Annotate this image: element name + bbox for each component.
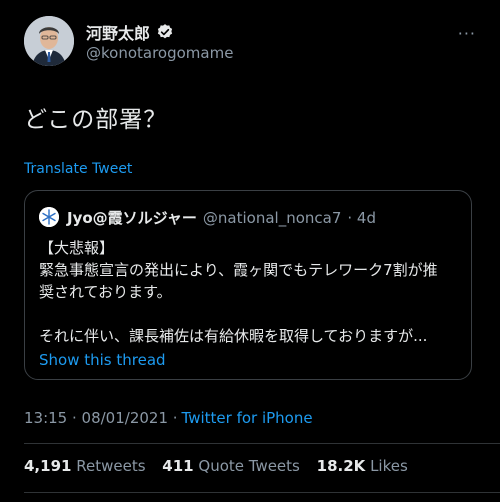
tweet-timestamp-row: 13:15 · 08/01/2021 · Twitter for iPhone (24, 409, 313, 427)
quoted-author-avatar[interactable] (39, 207, 59, 227)
likes-stat[interactable]: 18.2K Likes (317, 457, 408, 475)
quoted-line: それに伴い、課長補佐は有給休暇を取得しておりますが... (39, 327, 428, 345)
tweet-timestamp[interactable]: 13:15 · 08/01/2021 · (24, 409, 178, 427)
author-handle[interactable]: @konotarogomame (86, 44, 233, 62)
author-avatar-image (24, 16, 74, 66)
verified-badge-icon (156, 23, 174, 41)
quote-tweets-label: Quote Tweets (198, 457, 300, 475)
show-thread-link[interactable]: Show this thread (39, 351, 166, 369)
author-avatar[interactable] (24, 16, 74, 66)
retweets-count: 4,191 (24, 457, 72, 475)
snowflake-icon (39, 207, 59, 227)
author-display-name-row[interactable]: 河野太郎 (86, 20, 174, 44)
divider (24, 492, 500, 493)
quoted-line-blank (39, 303, 465, 325)
engagement-stats: 4,191 Retweets 411 Quote Tweets 18.2K Li… (24, 457, 420, 475)
tweet-detail: 河野太郎 @konotarogomame ··· どこの部署？ Translat… (0, 0, 500, 502)
retweets-stat[interactable]: 4,191 Retweets (24, 457, 146, 475)
quote-tweets-count: 411 (162, 457, 194, 475)
likes-count: 18.2K (316, 457, 366, 475)
author-display-name[interactable]: 河野太郎 (86, 20, 150, 44)
quoted-tweet-text: 【大悲報】 緊急事態宣言の発出により、霞ヶ関でもテレワーク7割が推 奨されており… (39, 237, 465, 347)
quoted-line: 緊急事態宣言の発出により、霞ヶ関でもテレワーク7割が推 (39, 261, 438, 279)
quote-tweets-stat[interactable]: 411 Quote Tweets (162, 457, 300, 475)
tweet-source-link[interactable]: Twitter for iPhone (182, 409, 313, 427)
tweet-text: どこの部署？ (24, 107, 168, 133)
quoted-author-handle[interactable]: @national_nonca7 (203, 209, 341, 227)
quoted-tweet-card[interactable]: Jyo@霞ソルジャー @national_nonca7 · 4d 【大悲報】 緊急事… (24, 190, 472, 380)
quoted-line: 奨されております。 (39, 283, 172, 301)
quoted-author-name[interactable]: Jyo@霞ソルジャー (67, 209, 197, 227)
divider (24, 443, 500, 444)
translate-tweet-link[interactable]: Translate Tweet (24, 161, 132, 177)
quoted-line: 【大悲報】 (39, 239, 115, 257)
retweets-label: Retweets (76, 457, 146, 475)
quoted-time[interactable]: · 4d (347, 209, 376, 227)
quoted-header: Jyo@霞ソルジャー @national_nonca7 · 4d (67, 207, 376, 228)
more-options-icon[interactable]: ··· (458, 24, 476, 43)
likes-label: Likes (370, 457, 408, 475)
